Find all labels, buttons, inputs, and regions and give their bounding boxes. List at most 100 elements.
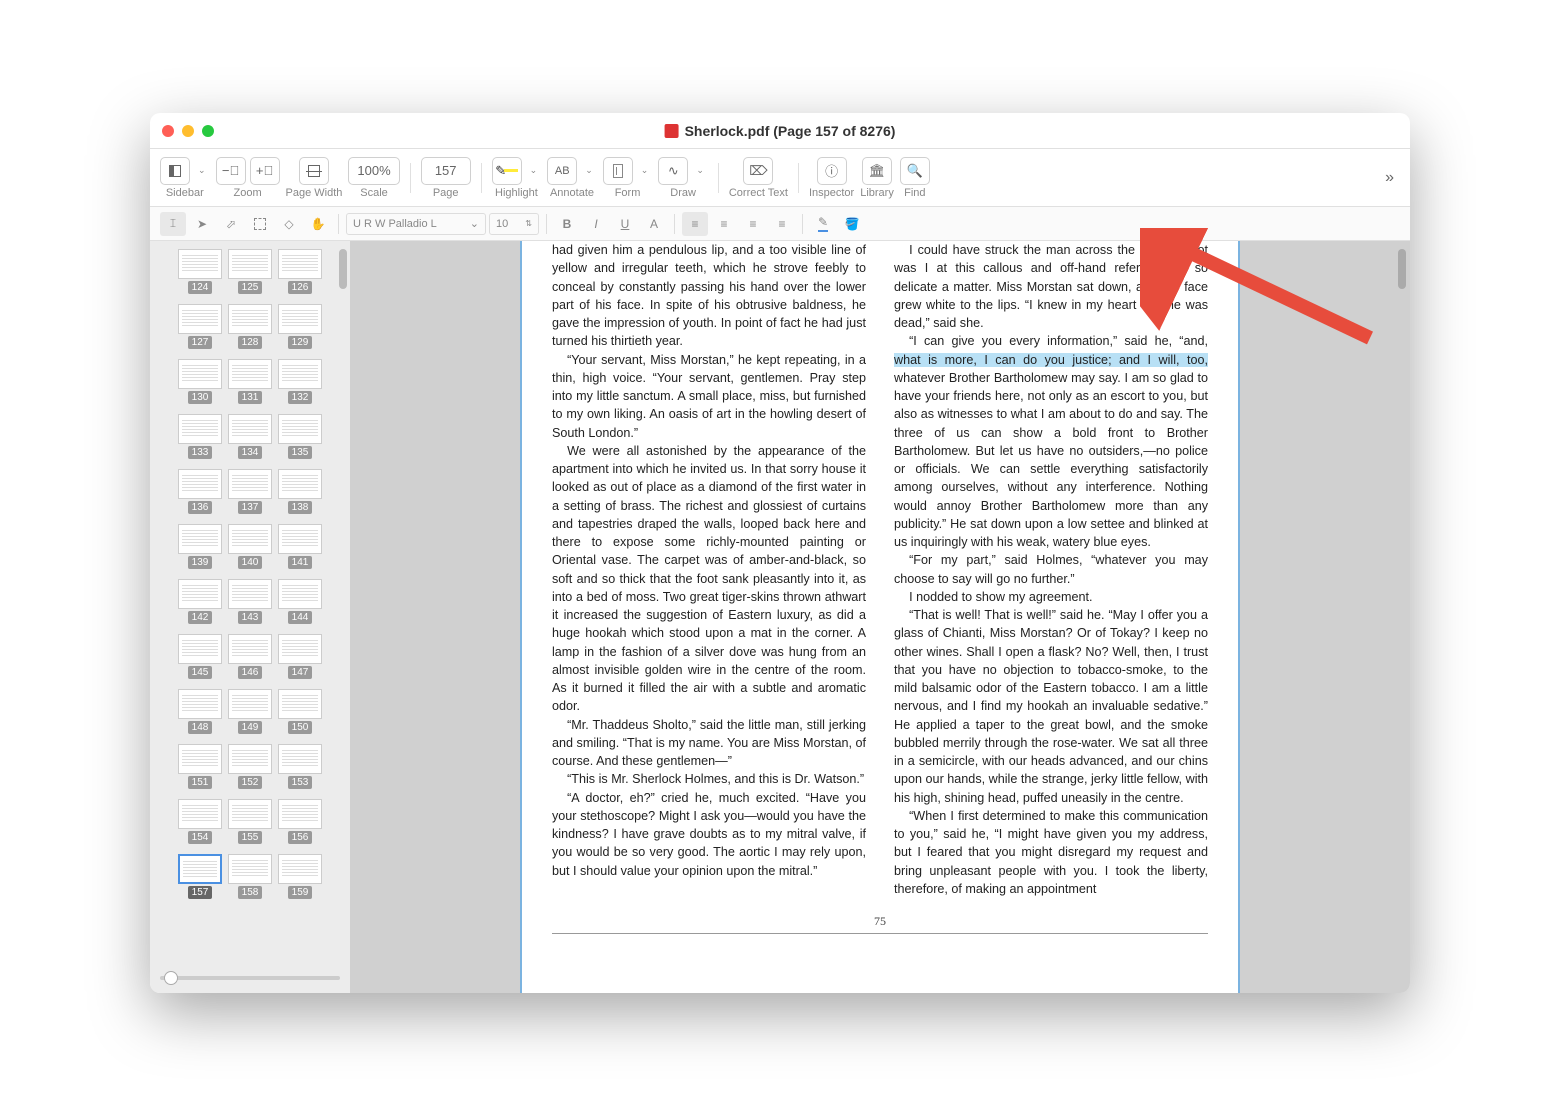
page-thumbnail[interactable]: 152	[228, 744, 272, 789]
thumbnail-page-number: 145	[188, 666, 213, 679]
font-size-selector[interactable]: 10⇅	[489, 213, 539, 235]
page-thumbnail[interactable]: 137	[228, 469, 272, 514]
eraser-tool-button[interactable]: ◇	[276, 212, 302, 236]
page-thumbnail[interactable]: 134	[228, 414, 272, 459]
document-scrollbar[interactable]	[1398, 249, 1406, 289]
page-thumbnail[interactable]: 143	[228, 579, 272, 624]
text-color-button[interactable]: A	[641, 212, 667, 236]
page-thumbnail[interactable]: 135	[278, 414, 322, 459]
close-window-button[interactable]	[162, 125, 174, 137]
italic-button[interactable]: I	[583, 212, 609, 236]
fill-color-button[interactable]: 🪣	[839, 212, 865, 236]
app-window: Sherlock.pdf (Page 157 of 8276) ⌄ Sideba…	[150, 113, 1410, 993]
form-button[interactable]	[603, 157, 633, 185]
find-button[interactable]: 🔍	[900, 157, 930, 185]
draw-dropdown[interactable]: ⌄	[692, 165, 708, 176]
page-thumbnail[interactable]: 159	[278, 854, 322, 899]
page-thumbnail[interactable]: 158	[228, 854, 272, 899]
text-tool-button[interactable]: 𝙸	[160, 212, 186, 236]
minimize-window-button[interactable]	[182, 125, 194, 137]
document-viewport[interactable]: had given him a pendulous lip, and a too…	[350, 241, 1410, 993]
fullscreen-window-button[interactable]	[202, 125, 214, 137]
page-thumbnail[interactable]: 139	[178, 524, 222, 569]
page-thumbnail[interactable]: 148	[178, 689, 222, 734]
annotate-dropdown[interactable]: ⌄	[581, 165, 597, 176]
sidebar-scrollbar[interactable]	[339, 249, 347, 289]
page-thumbnail[interactable]: 132	[278, 359, 322, 404]
highlight-dropdown[interactable]: ⌄	[526, 165, 542, 176]
page-thumbnail[interactable]: 124	[178, 249, 222, 294]
page-thumbnail[interactable]: 141	[278, 524, 322, 569]
library-label: Library	[860, 187, 894, 199]
page-thumbnail[interactable]: 146	[228, 634, 272, 679]
page-thumbnail[interactable]: 142	[178, 579, 222, 624]
page-thumbnail[interactable]: 136	[178, 469, 222, 514]
marquee-tool-button[interactable]	[247, 212, 273, 236]
thumbnail-page-number: 158	[238, 886, 263, 899]
right-column: I could have struck the man across the f…	[894, 241, 1208, 898]
zoom-label: Zoom	[233, 187, 261, 199]
page-thumbnail[interactable]: 128	[228, 304, 272, 349]
text-cursor-icon: 𝙸	[169, 216, 177, 231]
align-left-button[interactable]: ≡	[682, 212, 708, 236]
toolbar-overflow-button[interactable]: »	[1379, 169, 1400, 187]
page-thumbnail[interactable]: 149	[228, 689, 272, 734]
page-thumbnail[interactable]: 125	[228, 249, 272, 294]
hand-tool-button[interactable]: ✋	[305, 212, 331, 236]
thumbnail-zoom-slider[interactable]	[150, 963, 350, 993]
align-right-button[interactable]: ≡	[740, 212, 766, 236]
zoom-out-button[interactable]: −⃝	[216, 157, 246, 185]
sidebar-dropdown[interactable]: ⌄	[194, 165, 210, 176]
page-thumbnail[interactable]: 138	[278, 469, 322, 514]
page-input[interactable]: 157	[421, 157, 471, 185]
thumbnail-page-number: 138	[288, 501, 313, 514]
thumbnail-page-number: 148	[188, 721, 213, 734]
scale-input[interactable]: 100%	[348, 157, 399, 185]
titlebar: Sherlock.pdf (Page 157 of 8276)	[150, 113, 1410, 149]
inspector-button[interactable]: ⓘ	[817, 157, 847, 185]
page-thumbnail[interactable]: 144	[278, 579, 322, 624]
arrow-tool-button[interactable]: ➤	[189, 212, 215, 236]
slider-knob[interactable]	[164, 971, 178, 985]
page-thumbnail[interactable]: 140	[228, 524, 272, 569]
zoom-in-button[interactable]: +⃝	[250, 157, 280, 185]
page-thumbnail[interactable]: 129	[278, 304, 322, 349]
underline-button[interactable]: U	[612, 212, 638, 236]
stroke-color-button[interactable]: ✎	[810, 212, 836, 236]
page-thumbnail[interactable]: 153	[278, 744, 322, 789]
thumbnail-page-number: 133	[188, 446, 213, 459]
page-thumbnail[interactable]: 151	[178, 744, 222, 789]
page-thumbnail[interactable]: 156	[278, 799, 322, 844]
page-thumbnail[interactable]: 131	[228, 359, 272, 404]
page-thumbnail[interactable]: 145	[178, 634, 222, 679]
page-thumbnail[interactable]: 150	[278, 689, 322, 734]
select-tool-button[interactable]: ⬀	[218, 212, 244, 236]
highlight-button[interactable]: ✎	[492, 157, 522, 185]
library-button[interactable]: 🏛	[862, 157, 892, 185]
page-thumbnail[interactable]: 126	[278, 249, 322, 294]
page-thumbnail[interactable]: 130	[178, 359, 222, 404]
page-width-button[interactable]	[299, 157, 329, 185]
stepper-icon: ⇅	[525, 219, 532, 228]
page-thumbnail[interactable]: 127	[178, 304, 222, 349]
thumbnail-page-number: 139	[188, 556, 213, 569]
body-text: “When I first determined to make this co…	[894, 807, 1208, 898]
bold-button[interactable]: B	[554, 212, 580, 236]
thumbnail-list[interactable]: 1241251261271281291301311321331341351361…	[150, 241, 350, 963]
highlight-label: Highlight	[495, 187, 538, 199]
page-thumbnail[interactable]: 147	[278, 634, 322, 679]
sidebar-toggle-button[interactable]	[160, 157, 190, 185]
align-justify-button[interactable]: ≡	[769, 212, 795, 236]
draw-button[interactable]: ∿	[658, 157, 688, 185]
annotate-button[interactable]: AB	[547, 157, 577, 185]
align-center-button[interactable]: ≡	[711, 212, 737, 236]
page-thumbnail[interactable]: 155	[228, 799, 272, 844]
page-thumbnail[interactable]: 154	[178, 799, 222, 844]
thumbnail-page-number: 134	[238, 446, 263, 459]
correct-text-button[interactable]: ⌦	[743, 157, 773, 185]
form-dropdown[interactable]: ⌄	[637, 165, 653, 176]
page-thumbnail[interactable]: 133	[178, 414, 222, 459]
font-selector[interactable]: U R W Palladio L⌄	[346, 213, 486, 235]
page-thumbnail[interactable]: 157	[178, 854, 222, 899]
body-text: had given him a pendulous lip, and a too…	[552, 241, 866, 351]
